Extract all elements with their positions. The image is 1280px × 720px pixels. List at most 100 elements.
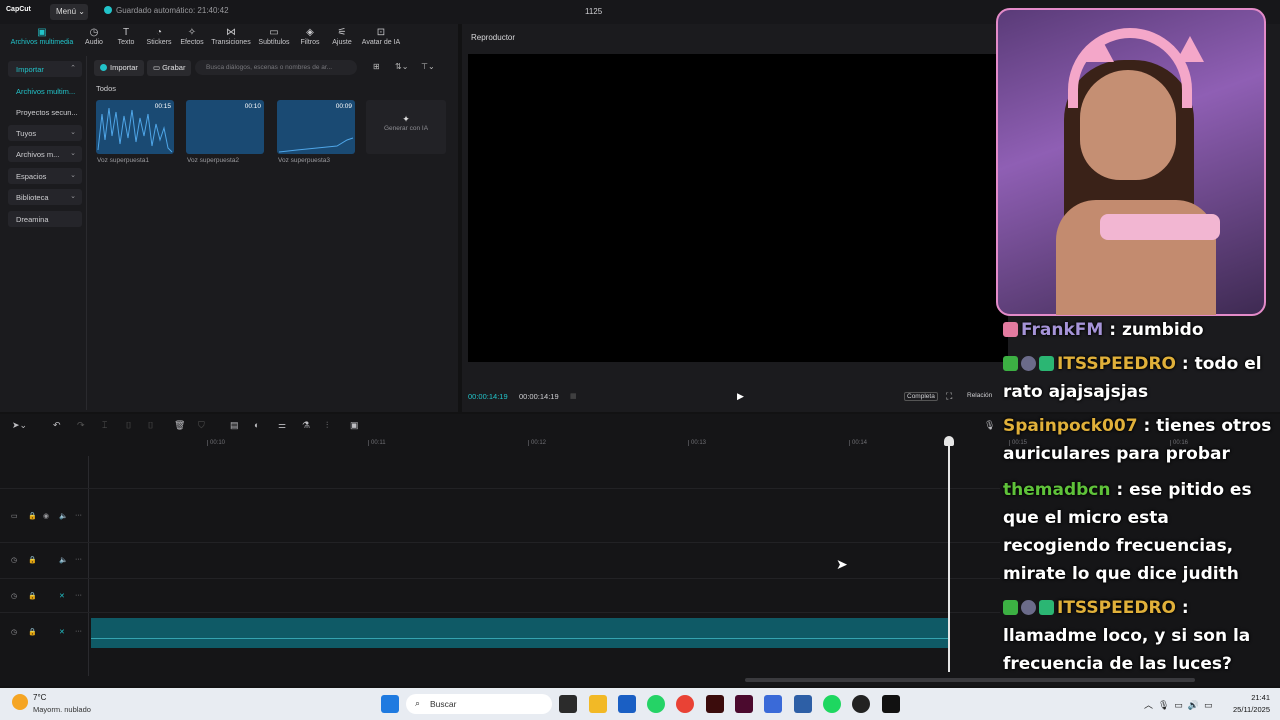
store-icon[interactable] xyxy=(618,695,636,713)
media-item[interactable]: 00:15 xyxy=(96,100,174,154)
lock-icon[interactable]: 🔒 xyxy=(28,512,37,520)
weather-temperature[interactable]: 7°C xyxy=(33,693,46,702)
sidebar-item-library[interactable]: Biblioteca ⌄ xyxy=(8,189,82,205)
audio-split-icon[interactable]: ⫶ xyxy=(326,420,328,431)
sidebar-item-import[interactable]: Importar ⌃ xyxy=(8,61,82,77)
sidebar-item-sub-projects[interactable]: Proyectos secun... xyxy=(8,104,82,120)
filters-icon: ◈ xyxy=(306,27,314,38)
total-timecode: 00:00:14:19 xyxy=(519,392,559,401)
sidebar-item-spaces[interactable]: Espacios ⌄ xyxy=(8,168,82,184)
more-icon[interactable]: ··· xyxy=(75,556,82,563)
split-left-icon[interactable]: ⌷ xyxy=(126,420,131,431)
record-button[interactable]: ▭ Grabar xyxy=(147,60,192,76)
sidebar-item-files[interactable]: Archivos m... ⌄ xyxy=(8,146,82,162)
sort-icon[interactable]: ⇅⌄ xyxy=(395,62,408,71)
whatsapp-icon[interactable] xyxy=(647,695,665,713)
tab-transitions[interactable]: ⋈ Transiciones xyxy=(211,27,251,46)
video-track-icon: ▭ xyxy=(11,513,18,520)
undo-icon[interactable]: ↶ xyxy=(53,420,61,431)
grid-icon[interactable]: ▦ xyxy=(570,392,577,400)
tab-stickers[interactable]: ◔ Stickers xyxy=(145,27,173,46)
app-icon[interactable] xyxy=(794,695,812,713)
windows-start-icon[interactable] xyxy=(381,695,399,713)
filter-icon[interactable]: ⊤⌄ xyxy=(421,62,435,71)
system-tray[interactable]: ︿ 🎙 ▭ 🔊 ▭ xyxy=(1144,698,1213,711)
magic-icon[interactable]: ⚗ xyxy=(302,420,310,431)
mute-icon[interactable]: ✕ xyxy=(59,592,65,600)
tab-label: Filtros xyxy=(300,39,320,46)
sidebar-item-media-files[interactable]: Archivos multim... xyxy=(8,83,82,99)
speaker-icon[interactable]: 🔈 xyxy=(59,556,68,564)
mask-icon[interactable]: ◐ xyxy=(254,420,259,430)
media-item[interactable]: 00:09 xyxy=(277,100,355,154)
generate-ai-card[interactable]: ✦ Generar con IA xyxy=(366,100,446,154)
weather-icon[interactable] xyxy=(12,694,28,710)
shield-icon[interactable]: ⛉ xyxy=(198,420,205,431)
app-icon[interactable] xyxy=(764,695,782,713)
obs-icon[interactable] xyxy=(852,695,870,713)
illustrator-icon[interactable] xyxy=(706,695,724,713)
chevron-down-icon: ⌄ xyxy=(70,172,76,179)
grid-view-icon[interactable]: ⊞ xyxy=(373,62,380,71)
sidebar-item-label: Tuyos xyxy=(16,129,37,138)
taskbar-search[interactable]: ⌕ Buscar xyxy=(406,694,552,714)
redo-icon[interactable]: ↷ xyxy=(77,420,85,431)
tab-ai-avatar[interactable]: ⊡ Avatar de IA xyxy=(360,27,402,46)
file-explorer-icon[interactable] xyxy=(589,695,607,713)
playhead-handle[interactable] xyxy=(944,436,954,446)
adjust-icon[interactable]: ⚌ xyxy=(278,420,286,431)
tab-label: Efectos xyxy=(180,39,204,46)
select-tool-icon[interactable]: ➤⌄ xyxy=(12,420,27,431)
split-right-icon[interactable]: ⌷ xyxy=(148,420,153,431)
ratio-button[interactable]: Relación xyxy=(965,392,994,399)
indesign-icon[interactable] xyxy=(735,695,753,713)
ruler-tick xyxy=(528,440,529,446)
delete-icon[interactable]: 🗑 xyxy=(174,420,185,431)
chrome-icon[interactable] xyxy=(676,695,694,713)
play-button[interactable]: ▶ xyxy=(737,391,744,402)
mute-icon[interactable]: ✕ xyxy=(59,628,65,636)
caption-icon[interactable]: ▣ xyxy=(350,420,359,431)
tab-audio[interactable]: ◷ Audio xyxy=(82,27,106,46)
video-viewport[interactable] xyxy=(468,54,1008,362)
tab-subtitles[interactable]: ▭ Subtítulos xyxy=(256,27,292,46)
tab-media[interactable]: ▣ Archivos multimedia xyxy=(8,27,76,46)
sidebar-item-yours[interactable]: Tuyos ⌄ xyxy=(8,125,82,141)
more-icon[interactable]: ··· xyxy=(75,592,82,599)
fit-button[interactable]: Completa xyxy=(904,392,938,401)
ruler-tick xyxy=(688,440,689,446)
eye-icon[interactable]: ◉ xyxy=(43,512,49,520)
task-view-icon[interactable] xyxy=(559,695,577,713)
lock-icon[interactable]: 🔒 xyxy=(28,592,37,600)
import-button[interactable]: Importar xyxy=(94,60,144,76)
speaker-icon[interactable]: 🔈 xyxy=(59,512,68,520)
media-toolbar: ▣ Archivos multimedia ◷ Audio T Texto ◔ Stic… xyxy=(0,24,458,54)
weather-description[interactable]: Mayorm. nublado xyxy=(33,705,91,714)
ruler-label: 00:11 xyxy=(371,440,386,446)
sidebar-item-dreamina[interactable]: Dreamina xyxy=(8,211,82,227)
freeze-icon[interactable]: ▤ xyxy=(230,420,239,431)
horizontal-scrollbar[interactable] xyxy=(745,678,1195,682)
split-icon[interactable]: ⌶ xyxy=(102,420,107,431)
lock-icon[interactable]: 🔒 xyxy=(28,556,37,564)
playhead[interactable] xyxy=(948,438,950,672)
more-icon[interactable]: ··· xyxy=(75,628,82,635)
clock-time[interactable]: 21:41 xyxy=(1244,693,1270,702)
sidebar-item-label: Biblioteca xyxy=(16,193,49,202)
microphone-icon[interactable]: 🎙 xyxy=(984,420,995,431)
chevron-down-icon: ⌄ xyxy=(78,7,85,16)
lock-icon[interactable]: 🔒 xyxy=(28,628,37,636)
clock-date[interactable]: 25/11/2025 xyxy=(1222,705,1270,714)
search-input[interactable]: Busca diálogos, escenas o nombres de ar.… xyxy=(195,60,357,75)
more-icon[interactable]: ··· xyxy=(75,512,82,519)
menu-button[interactable]: Menú ⌄ xyxy=(50,4,88,20)
fullscreen-icon[interactable]: ⛶ xyxy=(946,391,952,402)
media-item[interactable]: 00:10 xyxy=(186,100,264,154)
tab-text[interactable]: T Texto xyxy=(114,27,138,46)
spotify-icon[interactable] xyxy=(823,695,841,713)
tab-adjust[interactable]: ⚟ Ajuste xyxy=(330,27,354,46)
audio-clip[interactable] xyxy=(91,618,949,648)
tab-filters[interactable]: ◈ Filtros xyxy=(298,27,322,46)
tab-effects[interactable]: ✧ Efectos xyxy=(178,27,206,46)
capcut-icon[interactable] xyxy=(882,695,900,713)
